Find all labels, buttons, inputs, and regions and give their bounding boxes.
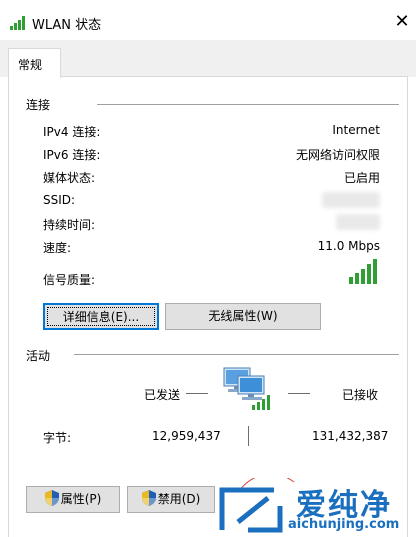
received-dash (288, 393, 310, 394)
ssid-value-redacted (322, 192, 380, 208)
watermark-url: aichunjing.com (288, 517, 400, 532)
tab-label: 常规 (18, 58, 43, 72)
media-state-value: 已启用 (343, 171, 380, 185)
details-button[interactable]: 详细信息(E)... (43, 303, 159, 330)
speed-label: 速度: (43, 241, 72, 255)
properties-button-label: 属性(P) (60, 492, 102, 506)
duration-label: 持续时间: (43, 218, 96, 232)
uac-shield-icon (141, 490, 156, 506)
ipv6-value: 无网络访问权限 (295, 148, 380, 162)
duration-value-redacted (336, 214, 380, 230)
close-icon: ✕ (394, 11, 410, 32)
wireless-properties-label: 无线属性(W) (208, 309, 278, 323)
connection-divider (97, 104, 399, 105)
tab-general[interactable]: 常规 (8, 48, 61, 78)
sent-label: 已发送 (144, 388, 181, 402)
signal-quality-label: 信号质量: (43, 273, 96, 287)
bytes-received-value: 131,432,387 (312, 429, 389, 443)
connection-section-title: 连接 (26, 98, 51, 112)
close-button[interactable]: ✕ (388, 8, 416, 36)
media-state-label: 媒体状态: (43, 171, 96, 185)
ssid-label: SSID: (43, 193, 76, 207)
ipv4-label: IPv4 连接: (43, 125, 101, 139)
sent-dash (186, 393, 208, 394)
wlan-signal-icon (10, 16, 25, 30)
bytes-label: 字节: (43, 431, 72, 445)
tab-strip (0, 40, 416, 77)
speed-value: 11.0 Mbps (317, 239, 380, 253)
bytes-sent-value: 12,959,437 (152, 429, 221, 443)
bytes-separator (248, 426, 249, 446)
properties-button[interactable]: 属性(P) (26, 486, 120, 513)
received-label: 已接收 (342, 388, 379, 402)
signal-quality-icon (349, 259, 377, 284)
ipv6-label: IPv6 连接: (43, 148, 101, 162)
activity-divider (74, 354, 399, 355)
uac-shield-icon (44, 490, 59, 506)
network-computer-icon (223, 367, 270, 410)
title-bar: WLAN 状态 ✕ (0, 0, 416, 40)
activity-section-title: 活动 (26, 349, 51, 363)
wireless-properties-button[interactable]: 无线属性(W) (165, 303, 321, 330)
disable-button[interactable]: 禁用(D) (127, 486, 215, 513)
window-title: WLAN 状态 (32, 18, 102, 33)
ipv4-value: Internet (332, 123, 380, 137)
disable-button-label: 禁用(D) (157, 492, 201, 506)
details-button-label: 详细信息(E)... (47, 307, 155, 326)
